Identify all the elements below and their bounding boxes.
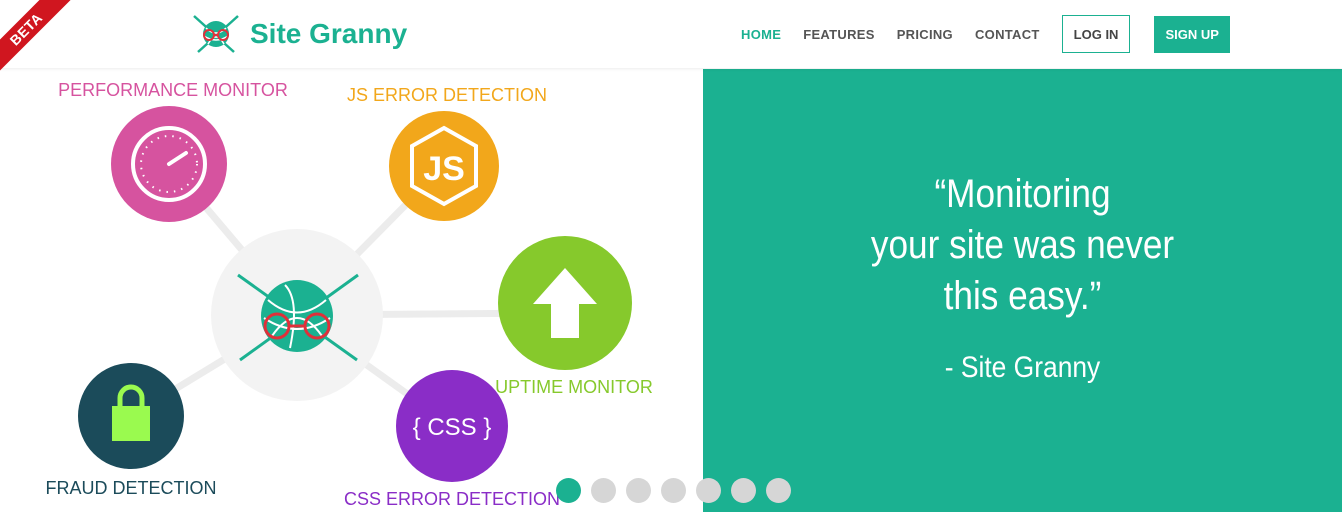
beta-label: BETA <box>0 0 77 80</box>
nav-home-link[interactable]: HOME <box>730 27 792 42</box>
performance-monitor-node: PERFORMANCE MONITOR <box>58 80 288 222</box>
testimonial-quote: “Monitoring your site was never this eas… <box>741 169 1303 322</box>
brand-name: Site Granny <box>250 18 408 49</box>
quote-line: your site was never <box>870 223 1175 267</box>
slider-pagination <box>556 478 791 503</box>
signup-button[interactable]: SIGN UP <box>1154 15 1230 53</box>
slider-dot[interactable] <box>591 478 616 503</box>
fraud-label: FRAUD DETECTION <box>46 478 217 498</box>
slider-dot[interactable] <box>731 478 756 503</box>
login-button[interactable]: LOG IN <box>1061 15 1131 53</box>
js-error-node: JS JS ERROR DETECTION <box>347 85 547 221</box>
nav-contact-link[interactable]: CONTACT <box>964 27 1051 42</box>
main-nav: HOME FEATURES PRICING CONTACT LOG IN SIG… <box>730 15 1230 53</box>
js-icon-text: JS <box>423 150 465 188</box>
features-illustration: PERFORMANCE MONITOR JS JS ERROR DETECTIO… <box>46 80 653 509</box>
top-header: Site Granny HOME FEATURES PRICING CONTAC… <box>0 0 1342 68</box>
quote-line: “Monitoring <box>934 172 1111 216</box>
center-yarn-logo <box>211 229 383 401</box>
css-label: CSS ERROR DETECTION <box>344 489 560 509</box>
nav-features-link[interactable]: FEATURES <box>792 27 886 42</box>
testimonial-panel: “Monitoring your site was never this eas… <box>703 69 1342 512</box>
slider-dot[interactable] <box>556 478 581 503</box>
quote-line: this easy.” <box>943 274 1102 318</box>
yarn-knitting-icon <box>193 15 239 53</box>
uptime-label: UPTIME MONITOR <box>495 377 653 397</box>
css-braces-icon: { CSS } <box>413 414 492 441</box>
beta-ribbon: BETA <box>0 0 80 80</box>
uptime-monitor-node: UPTIME MONITOR <box>495 236 653 397</box>
slider-dot[interactable] <box>626 478 651 503</box>
slider-dot[interactable] <box>661 478 686 503</box>
brand-logo[interactable]: Site Granny <box>190 12 407 56</box>
nav-pricing-link[interactable]: PRICING <box>886 27 964 42</box>
slider-dot[interactable] <box>696 478 721 503</box>
slider-dot[interactable] <box>766 478 791 503</box>
testimonial-author: - Site Granny <box>944 351 1101 384</box>
js-label: JS ERROR DETECTION <box>347 85 547 105</box>
performance-label: PERFORMANCE MONITOR <box>58 80 288 100</box>
